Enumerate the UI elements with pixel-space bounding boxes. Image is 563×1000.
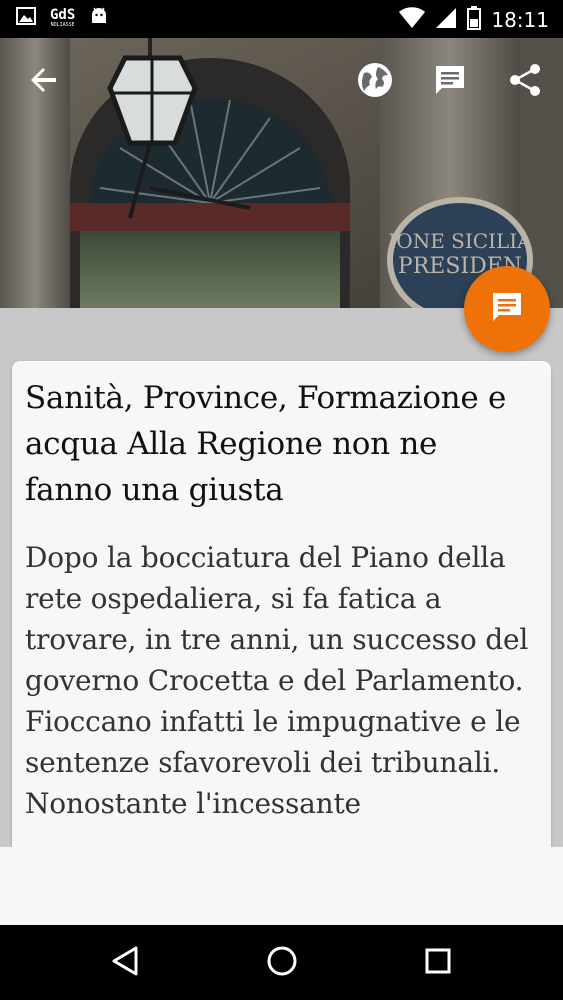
open-in-browser-button[interactable] [355,62,395,102]
image-notification-icon [16,6,36,30]
globe-icon [356,61,394,103]
arrow-back-icon [30,66,58,98]
article-headline: Sanità, Province, Formazione e acqua All… [25,380,506,508]
article-hero-image: IONE SICILIA PRESIDEN [0,38,563,308]
gds-app-icon: GdS NOLIASSE [50,7,76,28]
wifi-icon [399,7,426,33]
triangle-back-icon [110,945,140,981]
navigation-bar [0,925,563,1000]
android-debug-icon [89,6,109,30]
nav-home-button[interactable] [262,943,302,983]
status-time: 18:11 [491,8,549,32]
nav-back-button[interactable] [105,943,145,983]
content-footer-area [0,847,563,925]
back-button[interactable] [24,62,64,102]
share-icon [507,62,543,102]
article-body: Dopo la bocciatura del Piano della rete … [25,541,529,820]
comment-fab-button[interactable] [464,266,550,352]
comment-icon [433,63,467,101]
comments-button[interactable] [430,62,470,102]
circle-home-icon [266,945,298,981]
square-recents-icon [424,947,452,979]
cell-signal-icon [435,7,457,33]
article-card: Sanità, Province, Formazione e acqua All… [12,361,551,847]
share-button[interactable] [505,62,545,102]
comment-icon [490,290,524,328]
status-bar: GdS NOLIASSE 18:11 [0,0,563,38]
battery-icon [467,6,482,34]
svg-text:IONE SICILIA: IONE SICILIA [388,229,532,253]
nav-recents-button[interactable] [418,943,458,983]
